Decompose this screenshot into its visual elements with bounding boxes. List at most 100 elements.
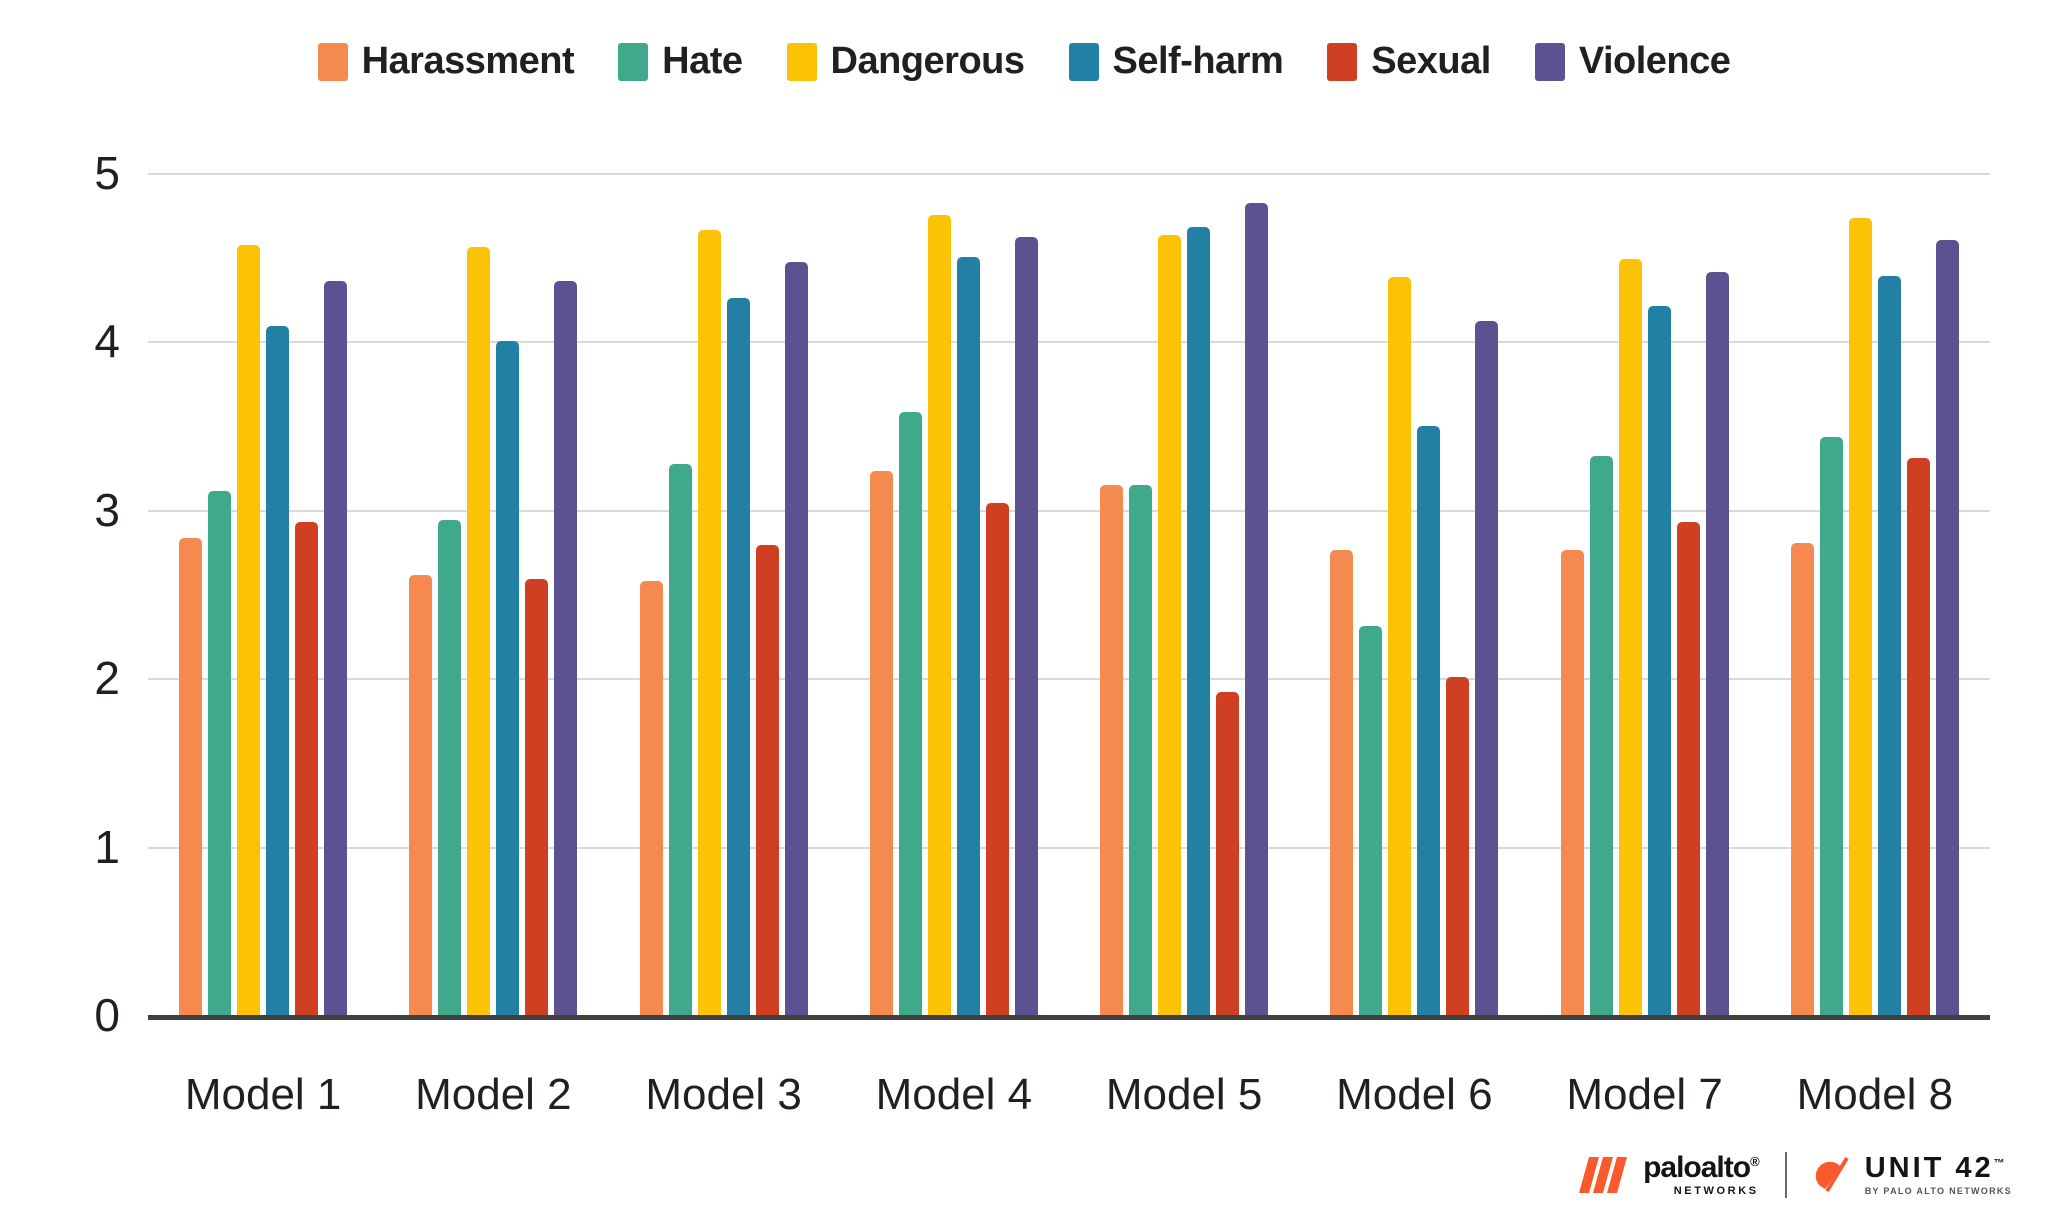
bar-harassment[interactable]: [409, 575, 433, 1015]
unit42-subtitle: BY PALO ALTO NETWORKS: [1864, 1186, 2012, 1196]
y-tick-label: 0: [94, 989, 120, 1041]
legend-swatch-icon: [618, 42, 649, 81]
bar-dangerous[interactable]: [237, 245, 261, 1015]
bar-self-harm[interactable]: [266, 326, 290, 1015]
legend-item-harassment[interactable]: Harassment: [317, 40, 575, 83]
chart-legend: Harassment Hate Dangerous Self-harm Sexual Vi…: [0, 40, 2048, 83]
x-tick-label: Model 6: [1336, 1070, 1493, 1119]
bar-sexual[interactable]: [1906, 457, 1930, 1015]
unit42-logo: UNIT 42™ BY PALO ALTO NETWORKS: [1813, 1154, 2012, 1196]
legend-label: Sexual: [1371, 40, 1491, 82]
bar-sexual[interactable]: [1446, 676, 1470, 1015]
bar-harassment[interactable]: [869, 471, 893, 1015]
chart-page: Harassment Hate Dangerous Self-harm Sexual Vi…: [0, 0, 2048, 1216]
bar-hate[interactable]: [208, 491, 232, 1015]
bar-group: [839, 173, 1069, 1015]
bar-self-harm[interactable]: [1417, 425, 1441, 1015]
bar-dangerous[interactable]: [927, 215, 951, 1015]
bar-self-harm[interactable]: [956, 257, 980, 1015]
bar-violence[interactable]: [324, 280, 348, 1015]
bar-group: [1069, 173, 1299, 1015]
bar-sexual[interactable]: [525, 578, 549, 1015]
legend-item-violence[interactable]: Violence: [1534, 40, 1731, 83]
x-tick-label: Model 1: [184, 1070, 342, 1119]
bar-group: [1299, 173, 1529, 1015]
bar-violence[interactable]: [1935, 240, 1959, 1015]
bar-hate[interactable]: [898, 412, 922, 1015]
legend-item-hate[interactable]: Hate: [618, 40, 743, 83]
legend-swatch-icon: [317, 42, 348, 81]
y-tick-label: 1: [94, 820, 120, 873]
legend-label: Dangerous: [830, 40, 1025, 82]
bar-hate[interactable]: [1359, 626, 1383, 1015]
bar-violence[interactable]: [1245, 203, 1269, 1015]
x-tick-label: Model 5: [1105, 1070, 1263, 1119]
bar-self-harm[interactable]: [496, 341, 520, 1015]
bar-violence[interactable]: [1705, 272, 1729, 1015]
y-tick-label: 5: [94, 147, 120, 199]
bar-self-harm[interactable]: [1647, 306, 1671, 1015]
bar-group: [378, 173, 608, 1015]
bar-self-harm[interactable]: [726, 297, 750, 1015]
bar-hate[interactable]: [438, 519, 462, 1015]
legend-swatch-icon: [1327, 42, 1358, 81]
bar-violence[interactable]: [784, 262, 808, 1015]
bar-sexual[interactable]: [985, 503, 1009, 1015]
legend-item-sexual[interactable]: Sexual: [1327, 40, 1491, 83]
bar-sexual[interactable]: [1216, 691, 1240, 1015]
bar-harassment[interactable]: [1330, 550, 1354, 1015]
bar-dangerous[interactable]: [1848, 218, 1872, 1015]
x-tick-label: Model 2: [415, 1070, 572, 1119]
bar-violence[interactable]: [554, 280, 578, 1015]
bar-group: [148, 173, 378, 1015]
bar-harassment[interactable]: [1100, 484, 1124, 1015]
unit42-mark-icon: [1815, 1156, 1849, 1193]
paloalto-mark-icon: [1579, 1157, 1628, 1193]
bar-dangerous[interactable]: [697, 230, 721, 1015]
paloalto-subtitle: NETWORKS: [1673, 1185, 1759, 1197]
x-axis-labels: Model 1 Model 2 Model 3 Model 4 Model 5 Model…: [148, 1070, 1990, 1120]
bar-groups: [148, 173, 1990, 1015]
footer-logos: paloalto® NETWORKS UNIT 42™ BY PALO ALTO…: [1579, 1152, 2012, 1198]
legend-swatch-icon: [1534, 42, 1565, 81]
bar-hate[interactable]: [668, 464, 692, 1015]
registered-mark: ®: [1750, 1154, 1760, 1169]
legend-label: Self-harm: [1112, 40, 1284, 82]
bar-violence[interactable]: [1475, 321, 1499, 1015]
legend-item-self-harm[interactable]: Self-harm: [1068, 40, 1284, 83]
legend-swatch-icon: [1068, 42, 1099, 81]
bar-hate[interactable]: [1129, 484, 1153, 1015]
bar-dangerous[interactable]: [1158, 235, 1182, 1015]
bar-self-harm[interactable]: [1187, 226, 1211, 1015]
legend-swatch-icon: [786, 42, 817, 81]
trademark-mark: ™: [1993, 1157, 2005, 1170]
bar-group: [609, 173, 839, 1015]
x-tick-label: Model 7: [1566, 1070, 1723, 1119]
x-tick-label: Model 3: [645, 1070, 802, 1119]
y-tick-label: 3: [94, 483, 120, 536]
x-axis-line: [148, 1015, 1990, 1020]
logo-divider: [1784, 1152, 1787, 1198]
unit42-wordmark: UNIT 42: [1864, 1152, 1994, 1184]
bar-sexual[interactable]: [1676, 521, 1700, 1015]
bar-dangerous[interactable]: [467, 247, 491, 1015]
bar-harassment[interactable]: [179, 538, 203, 1015]
bar-violence[interactable]: [1014, 237, 1038, 1015]
bar-harassment[interactable]: [639, 580, 663, 1015]
legend-item-dangerous[interactable]: Dangerous: [786, 40, 1025, 83]
paloalto-wordmark: paloalto: [1643, 1151, 1751, 1184]
legend-label: Hate: [662, 40, 743, 82]
bar-hate[interactable]: [1819, 437, 1843, 1015]
bar-harassment[interactable]: [1790, 543, 1814, 1015]
bar-dangerous[interactable]: [1618, 258, 1642, 1015]
bar-self-harm[interactable]: [1877, 275, 1901, 1015]
bar-sexual[interactable]: [755, 545, 779, 1015]
bar-dangerous[interactable]: [1388, 277, 1412, 1015]
legend-label: Harassment: [361, 40, 575, 82]
bar-sexual[interactable]: [295, 521, 319, 1015]
paloalto-logo: paloalto® NETWORKS: [1579, 1151, 1760, 1197]
bar-harassment[interactable]: [1560, 550, 1584, 1015]
bar-group: [1530, 173, 1760, 1015]
bar-group: [1760, 173, 1990, 1015]
bar-hate[interactable]: [1589, 455, 1613, 1015]
